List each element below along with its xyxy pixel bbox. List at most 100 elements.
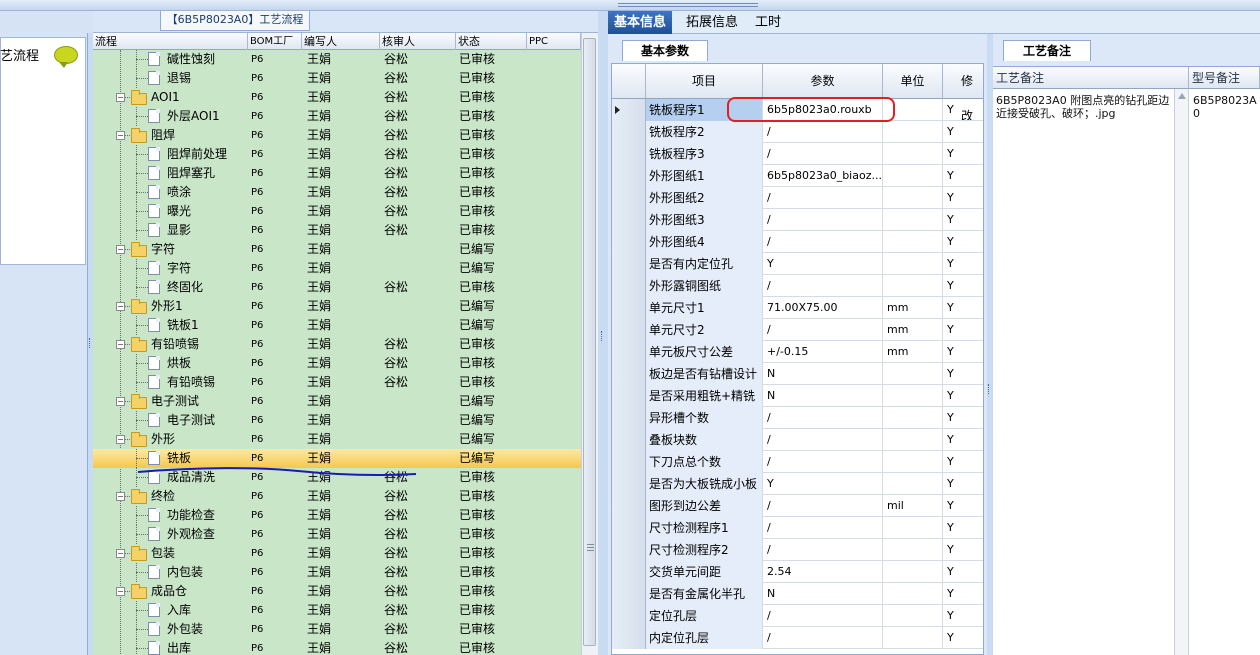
param-value-cell[interactable]: 2.54 (763, 561, 883, 583)
param-unit-cell[interactable]: mil (883, 495, 943, 517)
param-unit-cell[interactable] (883, 517, 943, 539)
flow-title-tab[interactable]: 【6B5P8023A0】工艺流程 (160, 11, 310, 31)
param-row[interactable]: 定位孔层 / Y (612, 605, 983, 627)
tree-row[interactable]: 有铅喷锡 P6 王娟 谷松 已审核 (93, 373, 581, 392)
param-unit-cell[interactable] (883, 451, 943, 473)
notes-scrollbar[interactable] (1174, 89, 1189, 655)
tree-node-label[interactable]: 外观检查 (167, 525, 247, 544)
param-modify-cell[interactable]: Y (943, 187, 983, 209)
tree-node-label[interactable]: 外形 (151, 430, 246, 449)
row-selector[interactable] (612, 517, 646, 539)
param-modify-cell[interactable]: Y (943, 561, 983, 583)
tab-basic-params[interactable]: 基本参数 (622, 40, 708, 61)
collapse-toggle-icon[interactable]: − (116, 93, 125, 102)
param-unit-cell[interactable] (883, 143, 943, 165)
row-selector[interactable] (612, 429, 646, 451)
tree-row[interactable]: 铣板1 P6 王娟 已编写 (93, 316, 581, 335)
param-value-cell[interactable]: / (763, 209, 883, 231)
param-unit-cell[interactable] (883, 561, 943, 583)
param-row[interactable]: 叠板块数 / Y (612, 429, 983, 451)
collapse-toggle-icon[interactable]: − (116, 549, 125, 558)
param-unit-cell[interactable] (883, 627, 943, 649)
tree-folder-row[interactable]: − 包装 P6 王娟 谷松 已审核 (93, 544, 581, 563)
row-header-corner[interactable] (612, 64, 646, 99)
param-row[interactable]: 尺寸检测程序2/ Y (612, 539, 983, 561)
param-row[interactable]: 是否采用粗铣+精铣 N Y (612, 385, 983, 407)
param-modify-cell[interactable]: Y (943, 165, 983, 187)
param-value-cell[interactable]: Y (763, 473, 883, 495)
tree-node-label[interactable]: 碱性蚀刻 (167, 50, 247, 69)
tree-node-label[interactable]: 终检 (151, 487, 246, 506)
tree-folder-row[interactable]: − 成品仓 P6 王娟 谷松 已审核 (93, 582, 581, 601)
param-modify-cell[interactable]: Y (943, 517, 983, 539)
tree-folder-row[interactable]: − 终检 P6 王娟 谷松 已审核 (93, 487, 581, 506)
tree-row[interactable]: 终固化 P6 王娟 谷松 已审核 (93, 278, 581, 297)
row-selector[interactable] (612, 275, 646, 297)
param-unit-cell[interactable]: mm (883, 319, 943, 341)
param-value-cell[interactable]: N (763, 363, 883, 385)
row-selector[interactable] (612, 297, 646, 319)
param-unit-cell[interactable] (883, 429, 943, 451)
param-modify-cell[interactable]: Y (943, 473, 983, 495)
tree-node-label[interactable]: 曝光 (167, 202, 247, 221)
param-unit-cell[interactable] (883, 539, 943, 561)
param-value-cell[interactable]: / (763, 319, 883, 341)
col-header-reviewer[interactable]: 核审人 (380, 33, 456, 50)
row-selector[interactable] (612, 121, 646, 143)
param-value-cell[interactable]: 71.00X75.00 (763, 297, 883, 319)
param-row[interactable]: 尺寸检测程序1/ Y (612, 517, 983, 539)
param-value-cell[interactable]: / (763, 451, 883, 473)
col-header-status[interactable]: 状态 (456, 33, 527, 50)
tree-folder-row[interactable]: − 外形1 P6 王娟 已编写 (93, 297, 581, 316)
param-value-cell[interactable]: / (763, 407, 883, 429)
param-modify-cell[interactable]: Y (943, 407, 983, 429)
tree-node-label[interactable]: 终固化 (167, 278, 247, 297)
tree-folder-row[interactable]: − 有铅喷锡 P6 王娟 谷松 已审核 (93, 335, 581, 354)
param-unit-cell[interactable] (883, 209, 943, 231)
tree-row[interactable]: 出库 P6 王娟 谷松 已审核 (93, 639, 581, 655)
tree-node-label[interactable]: 外包装 (167, 620, 247, 639)
tab-extended-info[interactable]: 拓展信息 (680, 11, 744, 34)
param-row[interactable]: 外形露铜图纸 / Y (612, 275, 983, 297)
tree-folder-row[interactable]: − 字符 P6 王娟 已编写 (93, 240, 581, 259)
row-selector[interactable] (612, 99, 646, 121)
chat-bubble-icon[interactable] (54, 46, 78, 68)
tree-node-label[interactable]: 字符 (167, 259, 247, 278)
param-unit-cell[interactable] (883, 121, 943, 143)
tree-node-label[interactable]: 显影 (167, 221, 247, 240)
tree-row[interactable]: 阻焊塞孔 P6 王娟 谷松 已审核 (93, 164, 581, 183)
tree-folder-row[interactable]: − 阻焊 P6 王娟 谷松 已审核 (93, 126, 581, 145)
collapse-toggle-icon[interactable]: − (116, 587, 125, 596)
tree-folder-row[interactable]: − AOI1 P6 王娟 谷松 已审核 (93, 88, 581, 107)
param-modify-cell[interactable]: Y (943, 253, 983, 275)
param-row[interactable]: 铣板程序3/ Y (612, 143, 983, 165)
param-modify-cell[interactable]: Y (943, 385, 983, 407)
param-unit-cell[interactable]: mm (883, 341, 943, 363)
col-header-item[interactable]: 项目 (646, 64, 763, 99)
param-value-cell[interactable]: / (763, 143, 883, 165)
col-header-bom[interactable]: BOM工厂 (248, 33, 302, 50)
collapse-toggle-icon[interactable]: − (116, 435, 125, 444)
tree-row[interactable]: 内包装 P6 王娟 谷松 已审核 (93, 563, 581, 582)
collapse-toggle-icon[interactable]: − (116, 340, 125, 349)
param-row[interactable]: 外形图纸2/ Y (612, 187, 983, 209)
tree-node-label[interactable]: 烘板 (167, 354, 247, 373)
tree-node-label[interactable]: 阻焊前处理 (167, 145, 247, 164)
row-selector[interactable] (612, 583, 646, 605)
param-row[interactable]: 外形图纸4/ Y (612, 231, 983, 253)
row-selector[interactable] (612, 495, 646, 517)
param-modify-cell[interactable]: Y (943, 341, 983, 363)
param-value-cell[interactable]: +/-0.15 (763, 341, 883, 363)
row-selector[interactable] (612, 319, 646, 341)
tree-node-label[interactable]: 有铅喷锡 (167, 373, 247, 392)
tree-node-label[interactable]: 阻焊塞孔 (167, 164, 247, 183)
tree-row[interactable]: 显影 P6 王娟 谷松 已审核 (93, 221, 581, 240)
tree-folder-row[interactable]: − 电子测试 P6 王娟 已编写 (93, 392, 581, 411)
param-modify-cell[interactable]: Y (943, 319, 983, 341)
param-modify-cell[interactable]: Y (943, 99, 983, 121)
param-row[interactable]: 是否有金属化半孔 N Y (612, 583, 983, 605)
tree-row[interactable]: 外包装 P6 王娟 谷松 已审核 (93, 620, 581, 639)
tree-node-label[interactable]: 阻焊 (151, 126, 246, 145)
collapse-toggle-icon[interactable]: − (116, 302, 125, 311)
tree-row[interactable]: 碱性蚀刻 P6 王娟 谷松 已审核 (93, 50, 581, 69)
